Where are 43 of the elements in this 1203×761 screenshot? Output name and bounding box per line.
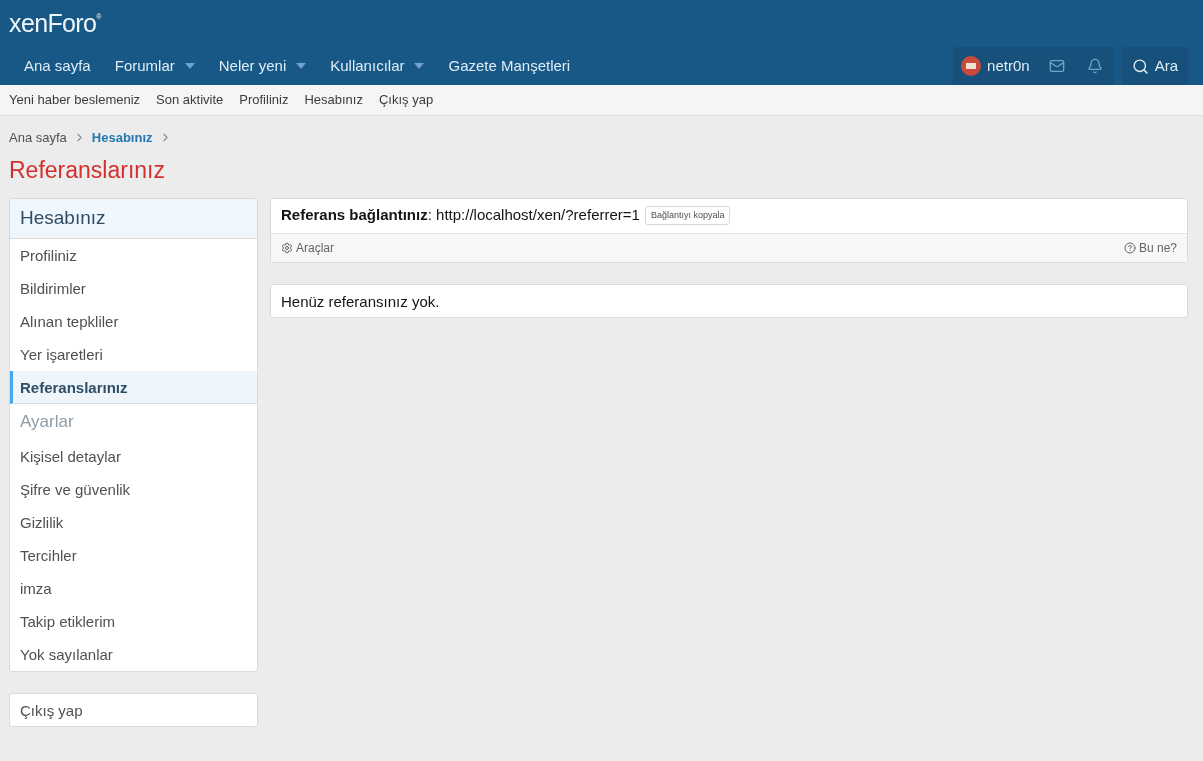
copy-link-button[interactable]: Bağlantıyı kopyala bbox=[644, 206, 731, 225]
caret-icon bbox=[296, 63, 307, 69]
subnav-link[interactable]: Profiliniz bbox=[239, 90, 289, 110]
search-icon bbox=[1131, 57, 1149, 75]
nav-tab[interactable]: Forumlar bbox=[102, 47, 207, 85]
sidebar-item[interactable]: Tercihler bbox=[10, 538, 257, 572]
sidebar-item[interactable]: Alınan tepkliler bbox=[10, 304, 257, 338]
nav-tab[interactable]: Gazete Manşetleri bbox=[436, 47, 583, 85]
sidebar-item[interactable]: Profiliniz bbox=[10, 238, 257, 272]
sidebar-item[interactable]: imza bbox=[10, 571, 257, 605]
sidebar-item[interactable]: Şifre ve güvenlik bbox=[10, 472, 257, 506]
sidebar-item[interactable]: Kişisel detaylar bbox=[10, 439, 257, 473]
subnav-link[interactable]: Yeni haber beslemeniz bbox=[9, 90, 141, 110]
nav-tab[interactable]: Neler yeni bbox=[206, 47, 319, 85]
sidebar-heading: Ayarlar bbox=[19, 410, 75, 433]
sidebar-item[interactable]: Takip etiklerim bbox=[10, 604, 257, 638]
gear-icon bbox=[281, 241, 293, 254]
breadcrumb-link[interactable]: Hesabınız bbox=[91, 128, 153, 148]
referral-link-text: Referans bağlantınız: http://localhost/xen/?referrer=1 bbox=[281, 205, 640, 226]
sidebar-item[interactable]: Bildirimler bbox=[10, 271, 257, 305]
nav-tab[interactable]: Ana sayfa bbox=[12, 47, 103, 85]
sidebar-item[interactable]: Referanslarınız bbox=[10, 370, 257, 404]
caret-icon bbox=[184, 63, 195, 69]
page-title: Referanslarınız bbox=[9, 155, 166, 184]
breadcrumb-link[interactable]: Ana sayfa bbox=[9, 128, 67, 148]
tools-link[interactable]: Araçlar bbox=[281, 238, 334, 257]
search-button[interactable]: Ara bbox=[1121, 47, 1188, 85]
mail-icon bbox=[1048, 58, 1065, 74]
subnav-link[interactable]: Çıkış yap bbox=[378, 90, 434, 110]
sidebar-item[interactable]: Gizlilik bbox=[10, 505, 257, 539]
sidebar-item[interactable]: Yer işaretleri bbox=[10, 337, 257, 371]
subnav-link[interactable]: Son aktivite bbox=[156, 90, 224, 110]
subnav-link[interactable]: Hesabınız bbox=[304, 90, 363, 110]
empty-message: Henüz referansınız yok. bbox=[270, 283, 1188, 318]
logout-link[interactable]: Çıkış yap bbox=[9, 692, 258, 727]
caret-icon bbox=[414, 63, 425, 69]
nav-tab[interactable]: Kullanıcılar bbox=[318, 47, 437, 85]
help-link[interactable]: Bu ne? bbox=[1123, 238, 1177, 257]
help-icon bbox=[1123, 241, 1136, 254]
bell-icon bbox=[1086, 58, 1103, 74]
avatar-icon bbox=[961, 56, 982, 76]
sidebar-item[interactable]: Yok sayılanlar bbox=[10, 637, 257, 671]
sidebar-heading: Hesabınız bbox=[10, 198, 257, 239]
